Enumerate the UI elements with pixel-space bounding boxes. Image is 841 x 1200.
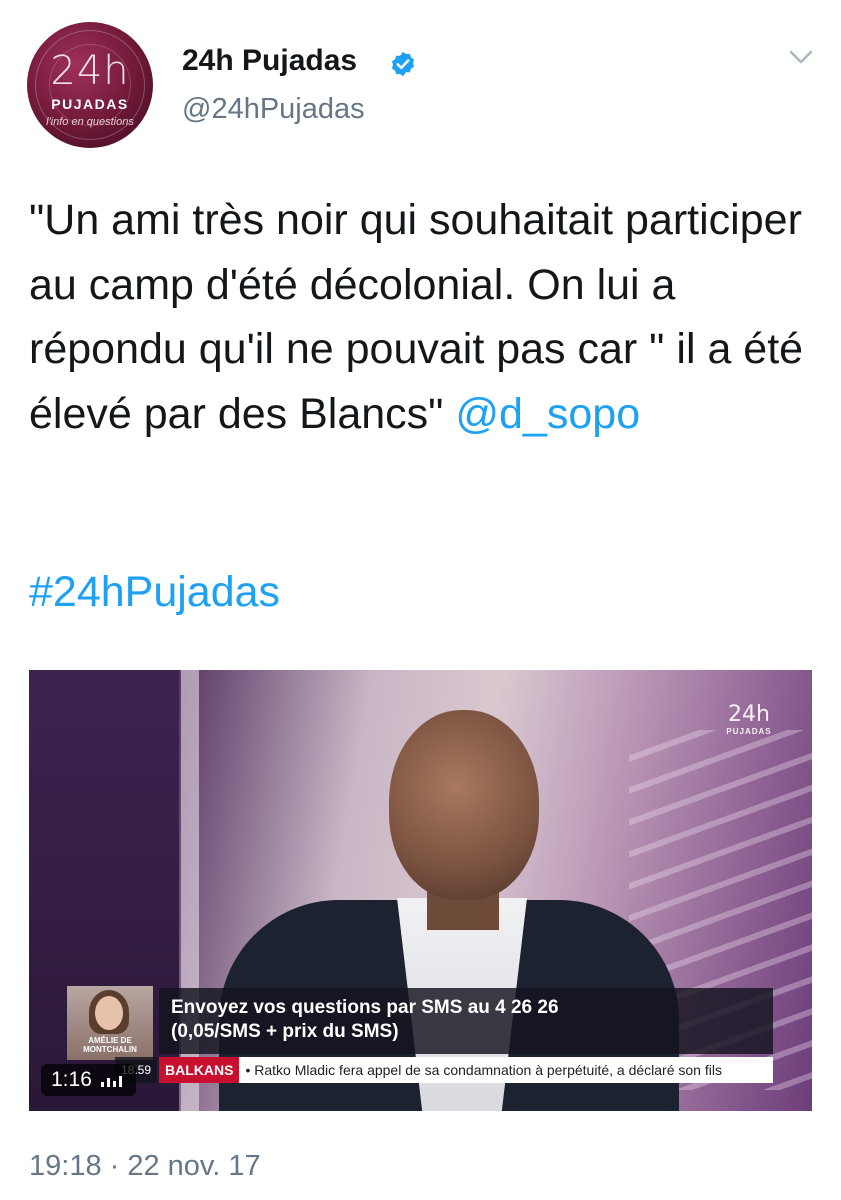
corner-logo-number: 24h <box>728 702 770 727</box>
avatar-logo-number: 24h <box>50 48 130 94</box>
tweet-text-body: "Un ami très noir qui souhaitait partici… <box>29 196 816 438</box>
sms-line-2: (0,05/SMS + prix du SMS) <box>171 1021 399 1042</box>
sms-line-1: Envoyez vos questions par SMS au 4 26 26 <box>171 997 559 1018</box>
ticker-tag: BALKANS <box>159 1057 240 1083</box>
avatar-logo-name: PUJADAS <box>51 96 129 112</box>
author-handle[interactable]: @24hPujadas <box>182 93 365 126</box>
channel-corner-logo: 24h PUJADAS <box>719 702 779 736</box>
tweet-card[interactable]: 24h PUJADAS l'info en questions 24h Puja… <box>0 0 841 1200</box>
video-player[interactable]: 24h PUJADAS AMÉLIE DE MONTCHALIN Envoyez… <box>29 670 812 1111</box>
sms-banner: Envoyez vos questions par SMS au 4 26 26… <box>159 988 773 1054</box>
video-duration-badge[interactable]: 1:16 <box>41 1064 136 1096</box>
guest-face <box>95 996 123 1030</box>
guest-name: AMÉLIE DE MONTCHALIN <box>83 1036 137 1054</box>
tweet-text: "Un ami très noir qui souhaitait partici… <box>29 188 819 446</box>
news-ticker: BALKANS • Ratko Mladic fera appel de sa c… <box>159 1057 773 1083</box>
avatar-logo-tagline: l'info en questions <box>46 116 134 128</box>
guest-inset: AMÉLIE DE MONTCHALIN <box>67 986 153 1060</box>
hashtag-link[interactable]: #24hPujadas <box>29 568 280 617</box>
avatar[interactable]: 24h PUJADAS l'info en questions <box>27 22 153 148</box>
chevron-down-icon[interactable] <box>788 48 814 66</box>
video-duration: 1:16 <box>51 1068 92 1091</box>
ticker-text: • Ratko Mladic fera appel de sa condamna… <box>245 1062 722 1078</box>
verified-badge-icon <box>391 51 415 77</box>
mention-link[interactable]: @d_sopo <box>455 390 640 438</box>
volume-bars-icon[interactable] <box>100 1072 126 1088</box>
corner-logo-name: PUJADAS <box>726 727 772 736</box>
author-display-name[interactable]: 24h Pujadas <box>182 44 357 78</box>
speaker-head <box>389 710 539 900</box>
tweet-timestamp[interactable]: 19:18 · 22 nov. 17 <box>29 1150 261 1183</box>
